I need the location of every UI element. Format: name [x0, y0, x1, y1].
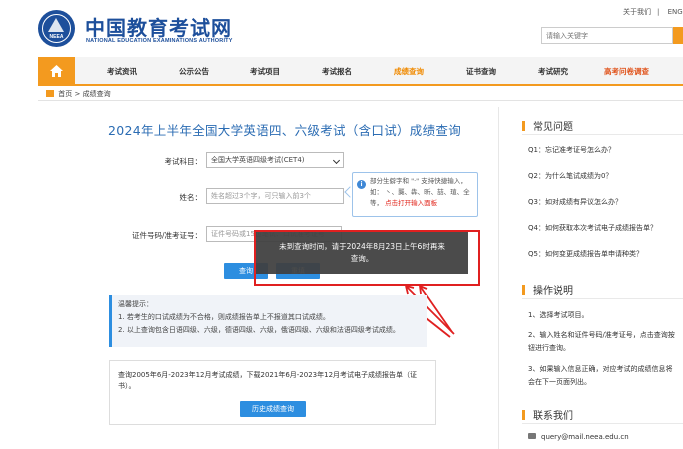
mail-icon: [528, 433, 536, 439]
site-name[interactable]: 中国教育考试网: [85, 12, 232, 41]
op-step: 1、选择考试项目。: [528, 311, 589, 319]
input-tip-box: i 部分生僻字和 "·" 支持快捷输入，如： 丶、龑、犇、昕、喆、瑄、全等， 点…: [352, 172, 478, 217]
home-icon: [50, 65, 63, 77]
breadcrumb-divider: [38, 100, 683, 101]
neea-logo-icon[interactable]: NEEA: [38, 10, 75, 47]
subject-select-value: 全国大学英语四级考试(CET4): [211, 156, 305, 164]
nav-item-registration[interactable]: 考试报名: [322, 66, 352, 77]
heading-bar-icon: [522, 121, 525, 131]
page-title: 2024年上半年全国大学英语四、六级考试（含口试）成绩查询: [108, 123, 462, 138]
logo-seal-text: NEEA: [49, 34, 64, 40]
search-input[interactable]: [542, 28, 672, 43]
heading-bar-icon: [522, 285, 525, 295]
heading-bar-icon: [522, 410, 525, 420]
breadcrumb: 首页 > 成绩查询: [46, 89, 111, 99]
email-text: query@mail.neea.edu.cn: [541, 433, 629, 441]
name-input[interactable]: 姓名超过3个字，可只输入前3个: [206, 188, 344, 204]
subject-select[interactable]: 全国大学英语四级考试(CET4): [206, 152, 344, 168]
op-step: 钮进行查询。: [528, 344, 570, 352]
popup-line-1: 未到查询时间，请于2024年8月23日上午6时再来: [279, 242, 445, 251]
info-icon: i: [357, 180, 366, 189]
history-box: 查询2005年6月-2023年12月考试成绩，下载2021年6月-2023年12…: [109, 360, 436, 425]
search-button[interactable]: [673, 27, 683, 44]
notice-box: 温馨提示： 1. 若考生的口试成绩为不合格，则成绩报告单上不报道其口试成绩。 2…: [109, 295, 427, 347]
faq-title: 常见问题: [533, 122, 573, 133]
site-header: NEEA 中国教育考试网 NATIONAL EDUCATION EXAMINAT…: [0, 0, 683, 57]
breadcrumb-current: 成绩查询: [82, 90, 111, 98]
open-input-panel-link[interactable]: 点击打开输入面板: [385, 199, 437, 207]
contact-underline: [522, 423, 683, 424]
op-step: 会在下一页面列出。: [528, 378, 591, 386]
nav-item-score-query[interactable]: 成绩查询: [394, 66, 424, 77]
site-name-en: NATIONAL EDUCATION EXAMINATIONS AUTHORIT…: [86, 38, 233, 44]
nav-item-survey[interactable]: 高考问卷调查: [604, 66, 649, 77]
faq-item[interactable]: Q4：如何获取本次考试电子成绩报告单？: [528, 223, 657, 233]
nav-home-button[interactable]: [38, 57, 75, 86]
contact-title: 联系我们: [533, 411, 573, 422]
id-label: 证件号码/准考证号：: [131, 231, 202, 240]
contact-heading: 联系我们: [522, 407, 573, 422]
faq-underline: [522, 134, 683, 135]
faq-item[interactable]: Q3：如对成绩有异议怎么办？: [528, 197, 622, 207]
nav-item-certificate-query[interactable]: 证书查询: [466, 66, 496, 77]
tip-text-1: 部分生僻字和: [370, 177, 409, 185]
history-text: 查询2005年6月-2023年12月考试成绩，下载2021年6月-2023年12…: [118, 371, 418, 390]
popup-line-2: 查询。: [350, 254, 374, 263]
faq-item[interactable]: Q5：如何变更成绩报告单申请种类？: [528, 249, 643, 259]
op-step: 3、如果输入信息正确，对应考试的成绩信息将: [528, 365, 673, 373]
op-step: 2、输入姓名和证件号码/准考证号，点击查询按: [528, 331, 675, 339]
sidebar-divider: [498, 107, 499, 449]
history-score-button[interactable]: 历史成绩查询: [240, 401, 306, 417]
nav-item-exams[interactable]: 考试项目: [250, 66, 280, 77]
english-link[interactable]: ENGLI: [668, 8, 683, 16]
faq-item[interactable]: Q1：忘记准考证号怎么办？: [528, 145, 615, 155]
name-label: 姓名：: [179, 193, 203, 202]
faq-item[interactable]: Q2：为什么笔试成绩为0？: [528, 171, 612, 181]
subject-label: 考试科目：: [164, 157, 203, 166]
chevron-down-icon: [332, 156, 341, 165]
tip-text-2: "·": [411, 177, 420, 185]
search-box: [541, 27, 673, 44]
breadcrumb-home-icon: [46, 90, 54, 97]
breadcrumb-home[interactable]: 首页: [58, 90, 72, 98]
faq-heading: 常见问题: [522, 118, 573, 133]
logo-triangle: [48, 18, 64, 32]
notice-line-1: 1. 若考生的口试成绩为不合格，则成绩报告单上不报道其口试成绩。: [118, 313, 330, 321]
ops-underline: [522, 298, 683, 299]
contact-email[interactable]: query@mail.neea.edu.cn: [528, 433, 629, 441]
breadcrumb-separator: >: [74, 90, 81, 98]
top-links: 关于我们| ENGLI: [623, 7, 683, 17]
main-nav: 考试资讯 公示公告 考试项目 考试报名 成绩查询 证书查询 考试研究 高考问卷调…: [38, 57, 683, 86]
query-time-popup: 未到查询时间，请于2024年8月23日上午6时再来 查询。: [256, 232, 468, 274]
notice-line-2: 2. 以上查询包含日语四级、六级，德语四级、六级，俄语四级、六级和法语四级考试成…: [118, 326, 400, 334]
notice-title: 温馨提示：: [118, 300, 153, 308]
nav-item-announcements[interactable]: 公示公告: [179, 66, 209, 77]
ops-heading: 操作说明: [522, 282, 573, 297]
nav-item-news[interactable]: 考试资讯: [107, 66, 137, 77]
nav-item-research[interactable]: 考试研究: [538, 66, 568, 77]
ops-title: 操作说明: [533, 286, 573, 297]
about-link[interactable]: 关于我们: [623, 8, 651, 16]
